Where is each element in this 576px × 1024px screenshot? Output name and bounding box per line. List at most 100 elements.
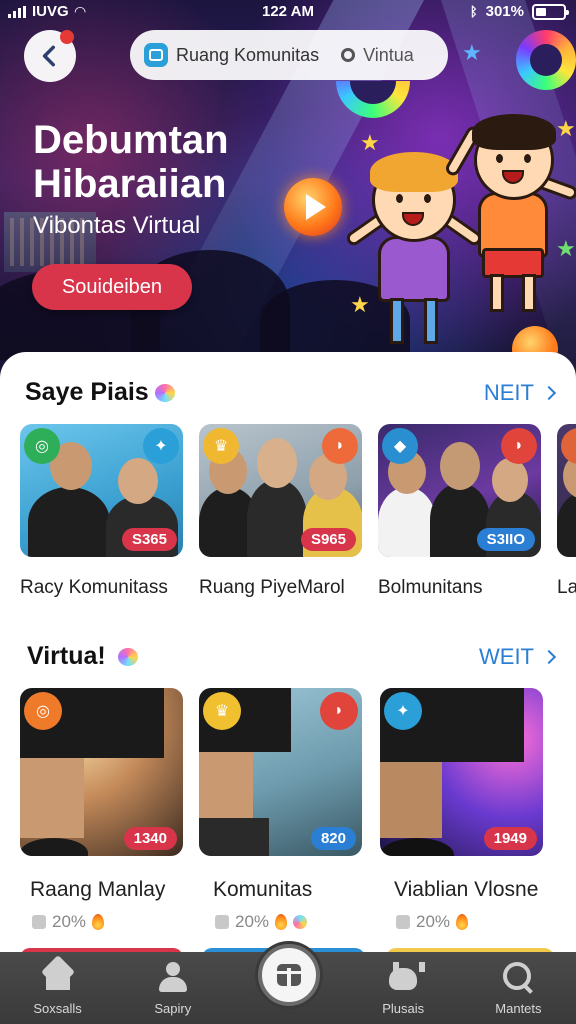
rainbow-heart-icon: [117, 647, 138, 666]
hero-subtitle: Vibontas Virtual: [33, 212, 201, 239]
fire-icon: [92, 914, 105, 930]
search-icon: [503, 962, 533, 992]
hero-title-line: Hibaraiian: [33, 162, 227, 206]
community-card[interactable]: ◎ ✦ S365 Racy Komunitass: [20, 424, 183, 599]
price-badge: S3IIO: [476, 528, 535, 551]
community-thumbnail: ♛ ◗ S965: [199, 424, 362, 557]
see-all-link[interactable]: NEIT: [483, 380, 557, 406]
section-header: Saye Piais NEIT: [0, 372, 576, 412]
community-name: Bolmunitans: [378, 577, 483, 598]
virtual-card[interactable]: ♛ ◗ 820 Komunitas 20%: [199, 688, 362, 932]
community-card[interactable]: ♛ ◗ S965 Ruang PiyeMarol: [199, 424, 362, 599]
community-search-bar[interactable]: Ruang Komunitas Vintua: [130, 30, 448, 80]
twitter-icon: ✦: [384, 692, 422, 730]
community-card[interactable]: ◗ Lat: [557, 424, 576, 599]
home-icon: [43, 962, 73, 990]
virtual-thumbnail: ✦ 1949: [380, 688, 543, 856]
badge-icon: ◗: [322, 428, 358, 464]
tab-label: Mantets: [495, 1001, 542, 1016]
price-badge: S365: [121, 528, 177, 551]
price-badge: 820: [310, 827, 356, 850]
search-secondary-label: Vintua: [363, 44, 414, 65]
hero-title: Debumtan Hibaraiian: [33, 118, 353, 206]
see-all-label: NEIT: [483, 380, 534, 405]
price-badge: 1340: [123, 827, 177, 850]
stats-row: 20%: [32, 912, 183, 932]
carrier-label: IUVG: [32, 3, 69, 20]
badge-icon: ◗: [320, 692, 358, 730]
community-card[interactable]: ◆ ◗ S3IIO Bolmunitans: [378, 424, 541, 599]
section-header: Virtua! WEIT: [0, 636, 576, 676]
see-all-link[interactable]: WEIT: [479, 644, 557, 670]
crown-icon: ♛: [203, 428, 239, 464]
virtual-card[interactable]: ✦ 1949 Viablian Vlosne 20%: [380, 688, 543, 932]
virtual-card[interactable]: ◎ 1340 Raang Manlay 20%: [20, 688, 183, 932]
stat-value: 20%: [52, 912, 87, 931]
twitter-icon: ✦: [143, 428, 179, 464]
tab-home[interactable]: Soxsalls: [0, 952, 115, 1024]
stats-row: 20%: [396, 912, 543, 932]
shield-icon: ◆: [382, 428, 418, 464]
gift-icon: [277, 964, 301, 986]
hero-banner[interactable]: ★ ★ ★ ★ ★ IUVG ◠ 122 AM ᛒ 301% Ruang Kom…: [0, 0, 576, 400]
tab-search[interactable]: Mantets: [461, 952, 576, 1024]
center-action-button[interactable]: [258, 944, 320, 1006]
cartoon-kid-illustration: [443, 110, 576, 320]
tab-profile[interactable]: Sapiry: [115, 952, 230, 1024]
rainbow-heart-icon: [154, 383, 175, 402]
back-button[interactable]: [24, 30, 76, 82]
tab-pets[interactable]: Plusais: [346, 952, 461, 1024]
section-title: Saye Piais: [25, 378, 175, 407]
sparkle-icon: [293, 915, 308, 929]
status-bar: IUVG ◠ 122 AM ᛒ 301%: [0, 0, 576, 24]
stat-value: 20%: [416, 912, 451, 931]
stats-row: 20%: [215, 912, 362, 932]
hero-title-line: Debumtan: [33, 118, 229, 162]
clock: 122 AM: [262, 3, 314, 20]
badge-icon: ◗: [501, 428, 537, 464]
community-name: Lat: [557, 577, 576, 598]
hero-cta-button[interactable]: Souideiben: [32, 264, 192, 310]
fire-icon: [456, 914, 469, 930]
tab-label: Plusais: [382, 1001, 425, 1016]
chevron-right-icon: [541, 385, 557, 401]
community-thumbnail: ◆ ◗ S3IIO: [378, 424, 541, 557]
chat-icon: [144, 43, 168, 67]
virtual-thumbnail: ◎ 1340: [20, 688, 183, 856]
bluetooth-icon: ᛒ: [469, 4, 478, 19]
community-carousel[interactable]: ◎ ✦ S365 Racy Komunitass ♛ ◗ S965 Ruang …: [20, 424, 576, 599]
section-title-text: Saye Piais: [25, 378, 149, 406]
chevron-left-icon: [42, 45, 55, 67]
battery-icon: [532, 3, 569, 20]
virtual-name: Komunitas: [213, 878, 313, 901]
notification-badge: [60, 30, 74, 44]
wifi-icon: ◠: [74, 3, 86, 19]
virtual-name: Raang Manlay: [30, 878, 166, 901]
section-title: Virtua!: [27, 642, 138, 671]
price-badge: S965: [300, 528, 356, 551]
stat-value: 20%: [235, 912, 270, 931]
community-thumbnail: ◎ ✦ S365: [20, 424, 183, 557]
battery-percent: 301%: [485, 3, 524, 20]
chart-icon: [396, 915, 410, 929]
tab-label: Soxsalls: [33, 1001, 82, 1016]
community-icon: ◎: [24, 428, 60, 464]
tab-label: Sapiry: [154, 1001, 192, 1016]
content-sheet: Saye Piais NEIT ◎ ✦ S365 Racy Komunitass: [0, 352, 576, 972]
virtual-thumbnail: ♛ ◗ 820: [199, 688, 362, 856]
crown-icon: ♛: [203, 692, 241, 730]
community-thumbnail: ◗: [557, 424, 576, 557]
virtual-carousel[interactable]: ◎ 1340 Raang Manlay 20% ♛ ◗ 820 Komunita…: [20, 688, 543, 932]
community-icon: ◎: [24, 692, 62, 730]
signal-icon: [8, 5, 26, 18]
badge-icon: ◗: [561, 428, 576, 464]
search-primary-label: Ruang Komunitas: [176, 44, 320, 65]
chevron-right-icon: [541, 649, 557, 665]
chart-icon: [32, 915, 46, 929]
community-name: Ruang PiyeMarol: [199, 577, 345, 598]
virtual-name: Viablian Vlosne: [394, 878, 539, 901]
section-title-text: Virtua!: [27, 642, 106, 670]
bottom-tab-bar: Soxsalls Sapiry Plusais Mantets: [0, 944, 576, 1024]
user-icon: [158, 962, 188, 992]
community-name: Racy Komunitass: [20, 577, 168, 598]
